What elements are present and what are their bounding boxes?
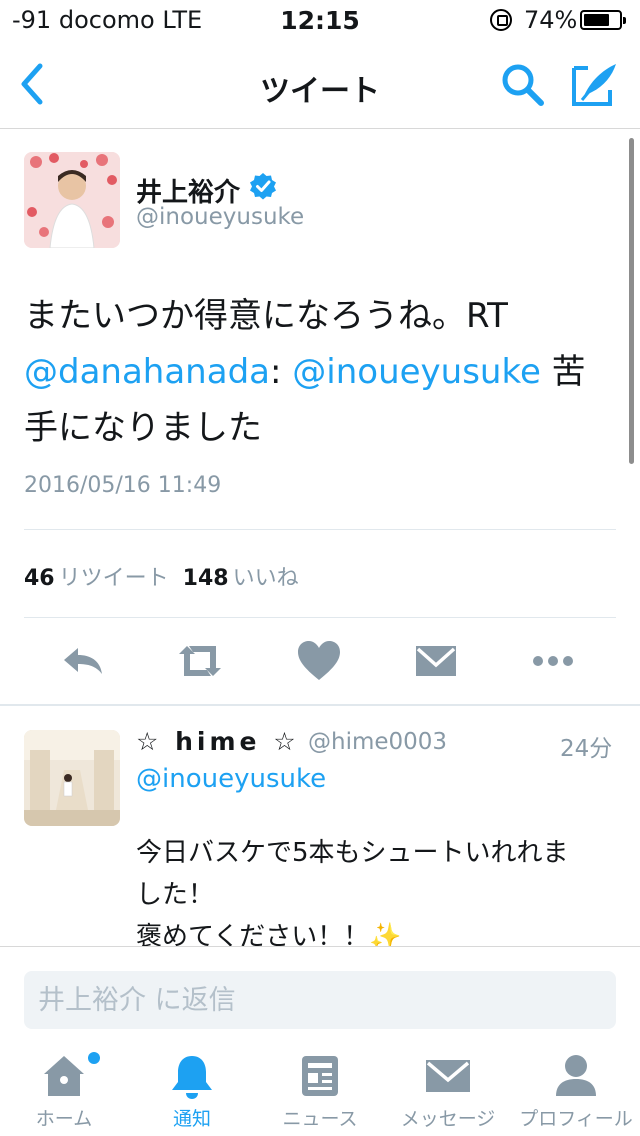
- author-handle[interactable]: @inoueyusuke: [136, 204, 304, 230]
- avatar-image: [24, 152, 120, 248]
- scrollbar[interactable]: [629, 138, 634, 464]
- tweet-stats: 46 リツイート 148 いいね: [24, 560, 299, 592]
- reply-avatar[interactable]: [24, 730, 120, 826]
- tab-label: プロフィール: [519, 1108, 633, 1130]
- tweet-text: またいつか得意になろうね。RT @danahanada: @inoueyusuk…: [24, 288, 614, 456]
- reply-avatar-image: [24, 730, 120, 826]
- reply-handle[interactable]: @hime0003: [308, 729, 447, 755]
- reply-text-line: 今日バスケで5本もシュートいれれま: [136, 838, 569, 868]
- divider: [0, 704, 640, 706]
- reply-display-name[interactable]: ☆ hime ☆: [136, 727, 300, 756]
- tab-label: ニュース: [282, 1108, 358, 1130]
- retweet-icon[interactable]: [175, 636, 225, 686]
- search-icon[interactable]: [498, 60, 546, 108]
- news-icon: [302, 1056, 338, 1096]
- tweet-timestamp: 2016/05/16 11:49: [24, 473, 222, 498]
- tab-label: ホーム: [35, 1108, 93, 1130]
- reply-input[interactable]: [24, 971, 616, 1029]
- tab-label: 通知: [172, 1108, 211, 1130]
- tweet-actions: [0, 636, 640, 686]
- reply-text: 今日バスケで5本もシュートいれれま した！ 褒めてください！！✨: [136, 832, 616, 958]
- avatar[interactable]: [24, 152, 120, 248]
- mention-link[interactable]: @danahanada: [24, 352, 270, 392]
- tab-notifications[interactable]: 通知: [128, 1046, 256, 1136]
- reply-time: 24分: [560, 736, 613, 762]
- divider: [24, 529, 616, 530]
- like-icon[interactable]: [294, 636, 344, 686]
- tab-news[interactable]: ニュース: [256, 1046, 384, 1136]
- battery-percent: 74%: [524, 6, 578, 34]
- compose-icon[interactable]: [570, 60, 620, 108]
- reply-compose-area: [0, 946, 640, 1046]
- tab-home[interactable]: ホーム: [0, 1046, 128, 1136]
- divider: [24, 617, 616, 618]
- tweet-header: 井上裕介 @inoueyusuke: [24, 152, 614, 252]
- tab-messages[interactable]: メッセージ: [384, 1046, 512, 1136]
- like-count[interactable]: 148: [183, 566, 229, 591]
- bell-icon: [172, 1056, 212, 1099]
- nav-bar: ツイート: [0, 40, 640, 129]
- battery-icon: [580, 10, 626, 30]
- tab-bar: ホーム 通知 ニュース メッセージ プロフィール: [0, 1046, 640, 1136]
- like-label[interactable]: いいね: [233, 566, 299, 591]
- person-icon: [556, 1055, 596, 1096]
- tab-label: メッセージ: [400, 1108, 496, 1130]
- tab-profile[interactable]: プロフィール: [512, 1046, 640, 1136]
- reply-mention-link[interactable]: @inoueyusuke: [136, 764, 326, 794]
- mention-link[interactable]: @inoueyusuke: [292, 352, 541, 392]
- reply-icon[interactable]: [58, 636, 108, 686]
- orientation-lock-icon: [490, 9, 512, 31]
- notification-dot: [88, 1052, 100, 1064]
- battery-fill: [584, 14, 610, 26]
- verified-badge-icon: [250, 173, 276, 200]
- tweet-text-part: :: [270, 352, 293, 392]
- envelope-icon: [426, 1060, 470, 1092]
- retweet-label[interactable]: リツイート: [59, 566, 169, 591]
- tweet-text-part: またいつか得意になろうね。RT: [24, 296, 508, 336]
- direct-message-icon[interactable]: [411, 636, 461, 686]
- reply-text-line: した！: [136, 880, 215, 910]
- more-icon[interactable]: [528, 636, 578, 686]
- status-bar: -91 docomo LTE 12:15 74%: [0, 0, 640, 40]
- home-icon: [44, 1056, 84, 1096]
- retweet-count[interactable]: 46: [24, 566, 55, 591]
